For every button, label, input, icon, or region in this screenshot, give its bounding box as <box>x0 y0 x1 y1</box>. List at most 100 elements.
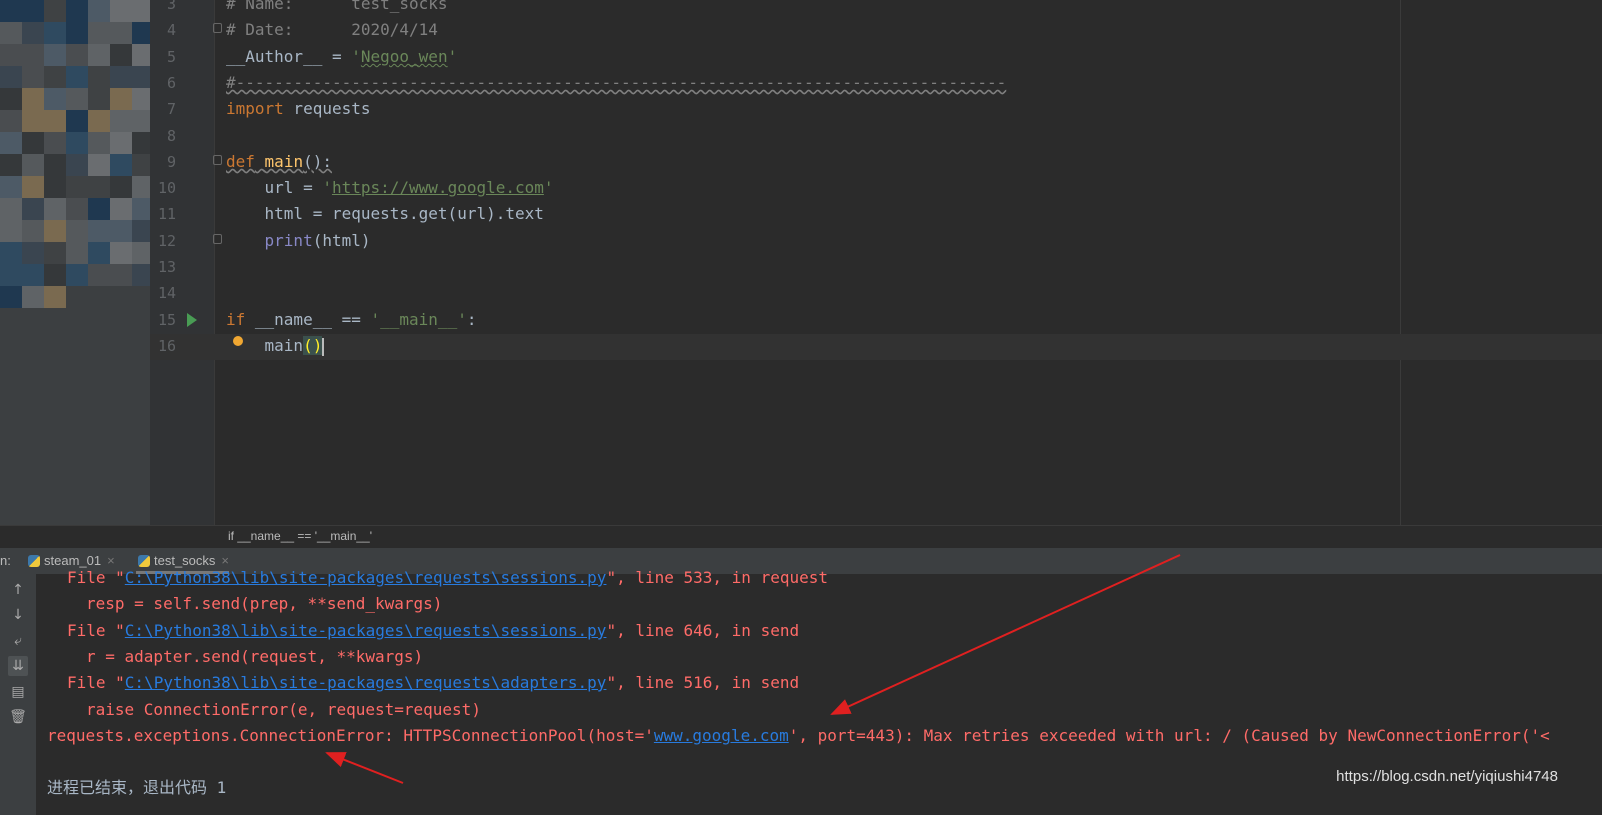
blurred-pixel <box>132 132 150 154</box>
console-text: ', port=443): Max retries exceeded with … <box>788 726 1550 745</box>
code-token: https://www.google.com <box>331 178 544 197</box>
console-line: resp = self.send(prep, **send_kwargs) <box>86 591 442 617</box>
trash-icon[interactable]: 🗑 <box>8 707 28 727</box>
lightbulb-icon[interactable] <box>233 336 243 346</box>
blurred-pixel <box>110 176 132 198</box>
annotation-arrow <box>830 554 1181 715</box>
blurred-pixel <box>88 22 110 44</box>
python-icon <box>28 555 40 567</box>
console-text: ", line 533, in request <box>606 568 828 587</box>
line-number: 16 <box>157 337 176 355</box>
blurred-pixel <box>44 220 66 242</box>
blurred-pixel <box>22 220 44 242</box>
code-token: url = <box>226 178 323 197</box>
fold-marker-icon[interactable] <box>213 155 222 165</box>
blurred-pixel <box>22 22 44 44</box>
arrow-up-icon[interactable]: ↑ <box>8 580 28 600</box>
blurred-pixel <box>0 88 22 110</box>
project-sidebar-blurred <box>0 0 150 548</box>
blurred-pixel <box>0 110 22 132</box>
console-text: r = adapter.send(request, **kwargs) <box>86 647 424 666</box>
console-line: File "C:\Python38\lib\site-packages\requ… <box>67 618 799 644</box>
blurred-pixel <box>22 198 44 220</box>
code-line[interactable]: if __name__ == '__main__': <box>226 307 476 333</box>
blurred-pixel <box>22 110 44 132</box>
line-number: 14 <box>157 284 176 302</box>
line-number: 7 <box>166 100 176 118</box>
blurred-pixel <box>44 110 66 132</box>
code-token: import <box>226 99 284 118</box>
blurred-pixel <box>66 176 88 198</box>
code-token: ' <box>322 178 332 197</box>
blurred-pixel <box>88 198 110 220</box>
code-line[interactable]: # Date: 2020/4/14 <box>226 17 438 43</box>
blurred-pixel <box>88 264 110 286</box>
blurred-pixel <box>110 22 132 44</box>
code-line[interactable]: # Name: test_socks <box>226 0 448 17</box>
print-icon[interactable]: ▤ <box>8 682 28 702</box>
blurred-pixel <box>22 264 44 286</box>
scroll-to-end-icon[interactable]: ⇊ <box>8 656 28 676</box>
blurred-pixel <box>66 264 88 286</box>
blurred-pixel <box>110 110 132 132</box>
code-token: ' <box>447 47 458 66</box>
blurred-pixel <box>132 88 150 110</box>
code-token: Negoo_wen <box>360 47 448 66</box>
code-line[interactable]: html = requests.get(url).text <box>226 201 544 227</box>
code-token: '__main__' <box>370 310 467 329</box>
console-link[interactable]: C:\Python38\lib\site-packages\requests\a… <box>125 673 607 692</box>
blurred-pixel <box>88 66 110 88</box>
code-line[interactable]: #---------------------------------------… <box>226 70 1006 96</box>
code-line[interactable]: print(html) <box>226 228 371 254</box>
console-text: raise ConnectionError(e, request=request… <box>86 700 481 719</box>
code-token: # Name: test_socks <box>226 0 448 13</box>
code-line[interactable]: url = 'https://www.google.com' <box>226 175 554 201</box>
blurred-pixel <box>66 242 88 264</box>
blurred-pixel <box>44 0 66 22</box>
blurred-pixel <box>44 286 66 308</box>
line-number: 4 <box>166 21 176 39</box>
console-line: requests.exceptions.ConnectionError: HTT… <box>47 723 1550 749</box>
line-number: 5 <box>166 48 176 66</box>
code-line[interactable]: import requests <box>226 96 371 122</box>
blurred-pixel <box>132 44 150 66</box>
console-text: File " <box>67 568 125 587</box>
blurred-pixel <box>22 154 44 176</box>
blurred-pixel <box>44 66 66 88</box>
console-text: ", line 646, in send <box>606 621 800 640</box>
blurred-pixel <box>22 0 44 22</box>
fold-marker-icon[interactable] <box>213 234 222 244</box>
blurred-pixel <box>0 44 22 66</box>
blurred-pixel <box>88 132 110 154</box>
blurred-pixel <box>88 176 110 198</box>
console-link[interactable]: C:\Python38\lib\site-packages\requests\s… <box>125 621 607 640</box>
blurred-pixel <box>132 66 150 88</box>
console-link[interactable]: www.google.com <box>654 726 789 745</box>
console-text: ", line 516, in send <box>606 673 800 692</box>
code-token: requests <box>283 99 371 118</box>
blurred-pixel <box>132 154 150 176</box>
code-token: ' <box>543 178 554 197</box>
breadcrumb[interactable]: if __name__ == '__main__' <box>0 525 1602 548</box>
blurred-pixel <box>22 286 44 308</box>
blurred-pixel <box>44 198 66 220</box>
blurred-pixel <box>22 88 44 110</box>
blurred-pixel <box>132 176 150 198</box>
blurred-pixel <box>44 44 66 66</box>
code-token: __Author__ = <box>226 47 352 66</box>
console-link[interactable]: C:\Python38\lib\site-packages\requests\s… <box>125 568 607 587</box>
blurred-pixel <box>44 154 66 176</box>
arrow-down-icon[interactable]: ↓ <box>8 605 28 625</box>
blurred-pixel <box>0 132 22 154</box>
console-line: raise ConnectionError(e, request=request… <box>86 697 481 723</box>
soft-wrap-icon[interactable]: ⤶ <box>8 631 28 651</box>
code-line[interactable]: def main(): <box>226 149 332 175</box>
code-line[interactable]: __Author__ = 'Negoo_wen' <box>226 44 457 70</box>
code-token: def <box>226 152 255 171</box>
run-gutter-icon[interactable] <box>187 313 197 327</box>
blurred-pixel <box>66 44 88 66</box>
console-text: requests.exceptions.ConnectionError: HTT… <box>47 726 654 745</box>
breadcrumb-item[interactable]: if __name__ == '__main__' <box>228 529 372 543</box>
fold-marker-icon[interactable] <box>213 23 222 33</box>
